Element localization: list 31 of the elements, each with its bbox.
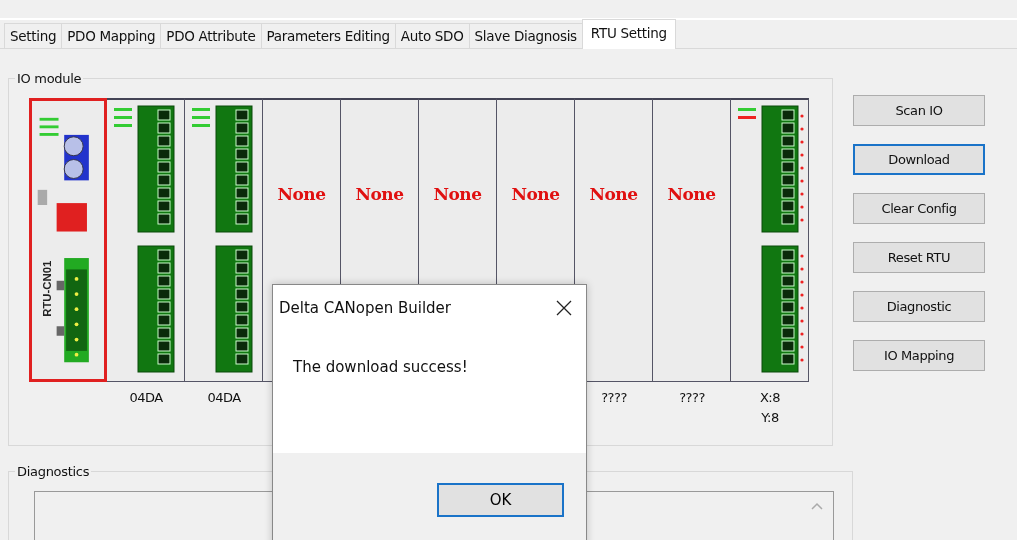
module-slot[interactable] xyxy=(107,98,185,382)
action-button[interactable]: IO Mapping xyxy=(853,340,985,371)
empty-slot-label: None xyxy=(589,184,638,204)
module-name: RTU-CN01 xyxy=(40,260,53,317)
ok-button[interactable]: OK xyxy=(437,483,564,517)
module-slot[interactable] xyxy=(731,98,809,382)
module-label: 04DA xyxy=(129,389,163,407)
action-button[interactable]: Clear Config xyxy=(853,193,985,224)
module-slot[interactable]: None xyxy=(653,98,731,382)
group-title: IO module xyxy=(16,71,83,86)
empty-slot-label: None xyxy=(667,184,716,204)
tab[interactable]: Setting xyxy=(4,23,63,48)
empty-slot-label: None xyxy=(433,184,482,204)
tab[interactable]: RTU Setting xyxy=(581,19,676,49)
module-label: ???? xyxy=(601,389,627,407)
module-slot[interactable]: RTU-CN01 xyxy=(29,98,107,382)
module-slot[interactable]: None xyxy=(575,98,653,382)
empty-slot-label: None xyxy=(355,184,404,204)
empty-slot-label: None xyxy=(277,184,326,204)
module-label: X:8 xyxy=(759,389,781,407)
action-button[interactable]: Scan IO xyxy=(853,95,985,126)
module-label: Y:8 xyxy=(761,409,779,427)
module-label: 04DA xyxy=(207,389,241,407)
module-slot[interactable] xyxy=(185,98,263,382)
empty-slot-label: None xyxy=(511,184,560,204)
close-icon[interactable] xyxy=(556,300,572,316)
group-title: Diagnostics xyxy=(16,464,91,479)
action-button[interactable]: Reset RTU xyxy=(853,242,985,273)
action-button[interactable]: Download xyxy=(853,144,985,175)
action-button[interactable]: Diagnostic xyxy=(853,291,985,322)
module-label: ???? xyxy=(679,389,705,407)
